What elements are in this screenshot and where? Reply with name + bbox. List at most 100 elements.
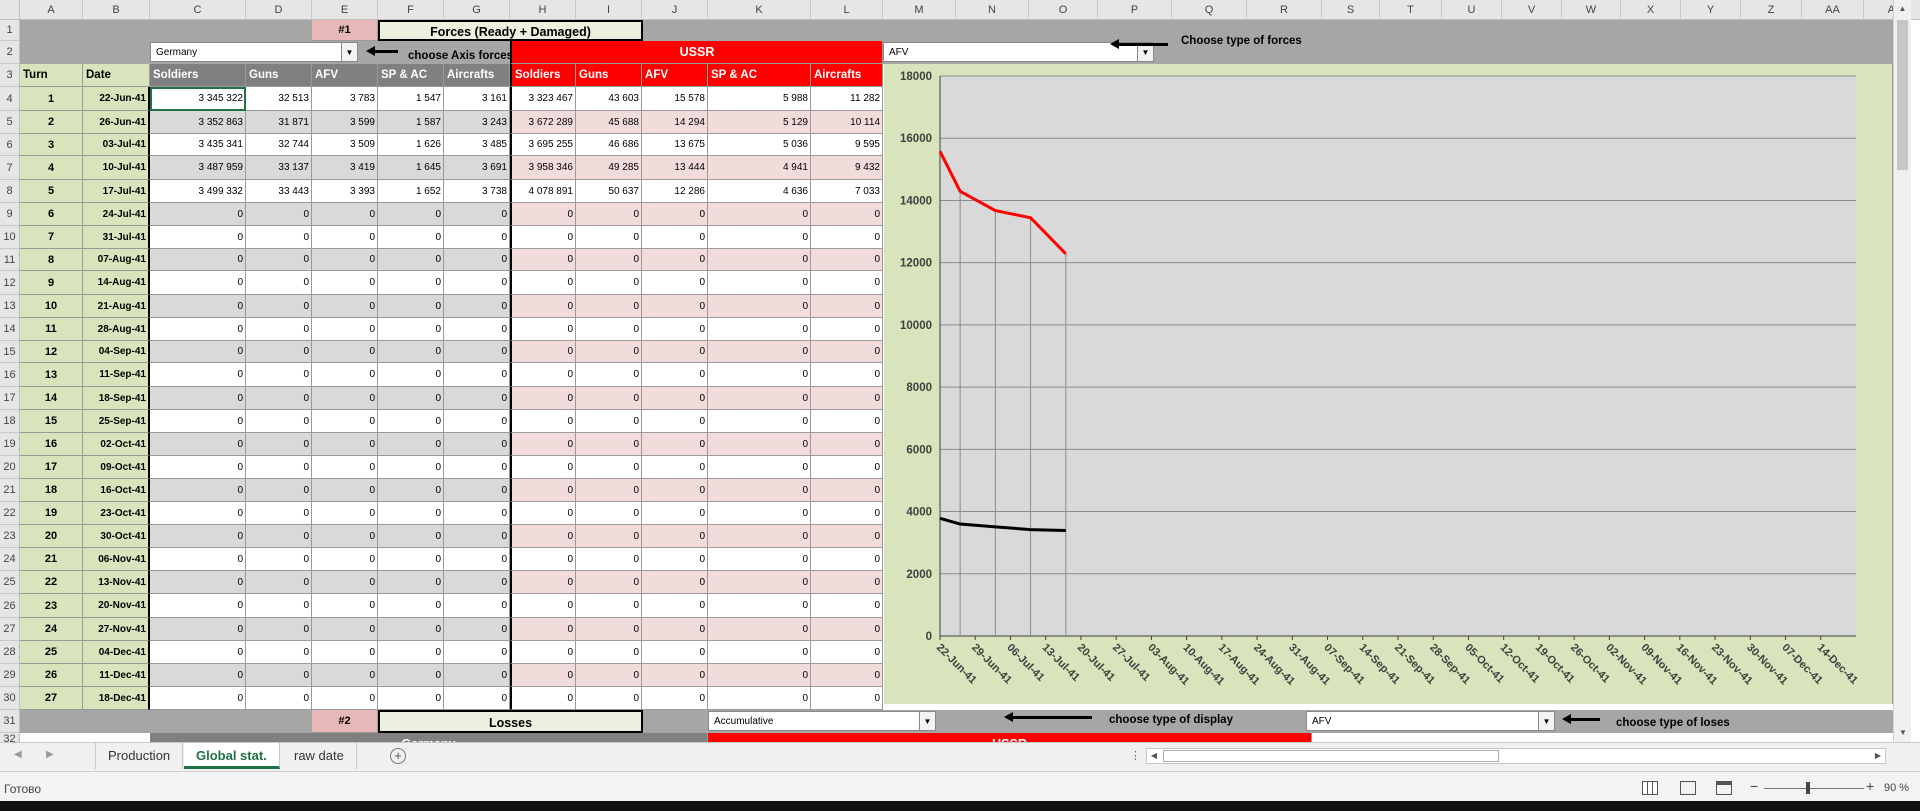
table-cell[interactable]: 0 [811, 433, 883, 456]
table-cell[interactable]: 0 [576, 226, 642, 249]
date-cell[interactable]: 04-Sep-41 [83, 341, 150, 363]
h-scroll-thumb[interactable] [1163, 750, 1499, 762]
table-cell[interactable]: 0 [510, 318, 576, 341]
table-cell[interactable]: 0 [312, 433, 378, 456]
table-cell[interactable]: 0 [150, 433, 246, 456]
table-cell[interactable]: 4 078 891 [510, 180, 576, 203]
table-cell[interactable]: 0 [312, 318, 378, 341]
table-cell[interactable]: 0 [444, 571, 510, 594]
column-header[interactable]: Q [1172, 0, 1247, 20]
page-break-view-icon[interactable] [1716, 781, 1732, 795]
table-cell[interactable]: 0 [811, 249, 883, 271]
table-cell[interactable]: 0 [708, 433, 811, 456]
table-cell[interactable]: 0 [378, 341, 444, 363]
table-cell[interactable]: 14 294 [642, 111, 708, 134]
date-cell[interactable]: 21-Aug-41 [83, 295, 150, 318]
table-cell[interactable]: 0 [150, 203, 246, 226]
turn-cell[interactable]: 22 [20, 571, 83, 594]
date-cell[interactable]: 11-Dec-41 [83, 664, 150, 687]
table-cell[interactable]: 0 [708, 203, 811, 226]
table-cell[interactable]: 0 [576, 571, 642, 594]
date-cell[interactable]: 27-Nov-41 [83, 618, 150, 641]
table-cell[interactable]: 0 [444, 548, 510, 571]
table-cell[interactable]: 0 [444, 410, 510, 433]
table-cell[interactable]: 0 [510, 664, 576, 687]
table-cell[interactable]: 4 941 [708, 156, 811, 180]
table-cell[interactable]: 0 [576, 502, 642, 525]
table-cell[interactable]: 0 [246, 456, 312, 479]
table-cell[interactable]: 0 [150, 456, 246, 479]
table-cell[interactable]: 0 [642, 410, 708, 433]
column-header[interactable]: U [1442, 0, 1502, 20]
table-cell[interactable]: 0 [312, 618, 378, 641]
table-cell[interactable]: 1 645 [378, 156, 444, 180]
table-cell[interactable]: 0 [708, 410, 811, 433]
row-header[interactable]: 8 [0, 180, 20, 203]
column-header[interactable]: N [956, 0, 1029, 20]
table-cell[interactable]: 9 595 [811, 134, 883, 156]
table-cell[interactable]: 0 [246, 226, 312, 249]
date-cell[interactable]: 07-Aug-41 [83, 249, 150, 271]
table-cell[interactable]: 0 [444, 502, 510, 525]
table-cell[interactable]: 0 [510, 525, 576, 548]
turn-cell[interactable]: 17 [20, 456, 83, 479]
table-cell[interactable]: 0 [811, 548, 883, 571]
table-cell[interactable]: 0 [150, 226, 246, 249]
zoom-out-icon[interactable]: − [1750, 778, 1758, 794]
row-header[interactable]: 25 [0, 571, 20, 594]
table-cell[interactable]: 0 [246, 249, 312, 271]
table-cell[interactable]: 0 [708, 341, 811, 363]
table-cell[interactable]: 0 [642, 203, 708, 226]
table-cell[interactable]: 0 [811, 363, 883, 387]
table-cell[interactable]: 0 [378, 456, 444, 479]
add-sheet-icon[interactable]: + [390, 748, 406, 764]
table-cell[interactable]: 0 [246, 618, 312, 641]
turn-cell[interactable]: 19 [20, 502, 83, 525]
turn-cell[interactable]: 2 [20, 111, 83, 134]
table-cell[interactable]: 0 [708, 525, 811, 548]
table-cell[interactable]: 0 [811, 318, 883, 341]
table-cell[interactable]: 3 485 [444, 134, 510, 156]
horizontal-scrollbar[interactable]: ◀ ▶ [1146, 748, 1886, 764]
table-cell[interactable]: 0 [708, 249, 811, 271]
turn-cell[interactable]: 14 [20, 387, 83, 410]
table-cell[interactable]: 0 [312, 479, 378, 502]
table-cell[interactable]: 0 [378, 687, 444, 710]
table-cell[interactable]: 0 [312, 548, 378, 571]
table-cell[interactable]: 0 [510, 410, 576, 433]
turn-cell[interactable]: 1 [20, 87, 83, 111]
afv-chart[interactable]: 0200040006000800010000120001400016000180… [884, 64, 1893, 704]
table-cell[interactable]: 0 [510, 203, 576, 226]
chevron-down-icon[interactable]: ▼ [1538, 712, 1554, 730]
table-cell[interactable]: 0 [642, 271, 708, 295]
row-header[interactable]: 23 [0, 525, 20, 548]
table-cell[interactable]: 0 [378, 479, 444, 502]
date-cell[interactable]: 24-Jul-41 [83, 203, 150, 226]
table-cell[interactable]: 0 [510, 433, 576, 456]
row-header[interactable]: 10 [0, 226, 20, 249]
table-cell[interactable]: 5 129 [708, 111, 811, 134]
table-cell[interactable]: 0 [378, 548, 444, 571]
table-cell[interactable]: 0 [246, 295, 312, 318]
row-header[interactable]: 7 [0, 156, 20, 180]
loses-type-dropdown[interactable]: AFV▼ [1306, 711, 1555, 731]
table-cell[interactable]: 0 [444, 226, 510, 249]
table-cell[interactable]: 0 [510, 618, 576, 641]
table-cell[interactable]: 0 [642, 318, 708, 341]
turn-cell[interactable]: 3 [20, 134, 83, 156]
date-cell[interactable]: 31-Jul-41 [83, 226, 150, 249]
row-header[interactable]: 20 [0, 456, 20, 479]
table-cell[interactable]: 0 [150, 641, 246, 664]
table-cell[interactable]: 3 393 [312, 180, 378, 203]
row-header[interactable]: 3 [0, 64, 20, 87]
column-header[interactable]: V [1502, 0, 1562, 20]
table-cell[interactable]: 0 [510, 479, 576, 502]
select-all-corner[interactable] [0, 0, 20, 20]
table-cell[interactable]: 33 443 [246, 180, 312, 203]
table-cell[interactable]: 0 [510, 594, 576, 618]
table-cell[interactable]: 3 243 [444, 111, 510, 134]
table-cell[interactable]: 0 [642, 641, 708, 664]
table-cell[interactable]: 0 [510, 641, 576, 664]
table-cell[interactable]: 0 [811, 271, 883, 295]
table-cell[interactable]: 0 [576, 271, 642, 295]
